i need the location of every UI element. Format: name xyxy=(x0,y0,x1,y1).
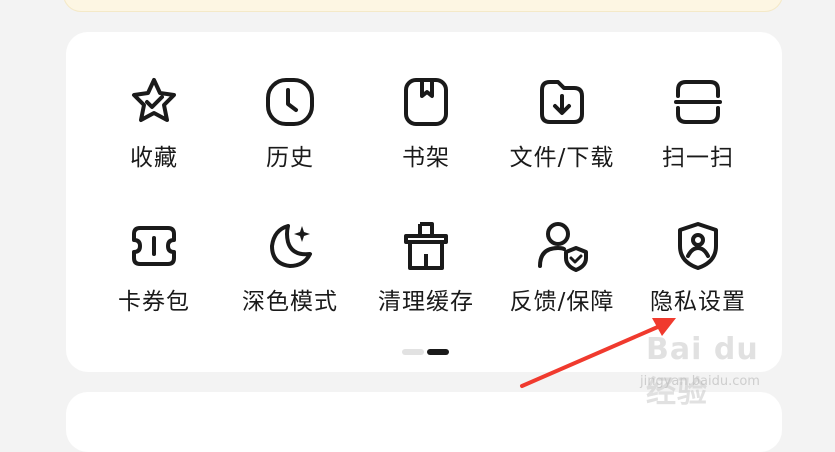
menu-item-label: 深色模式 xyxy=(242,289,338,315)
menu-item-privacy[interactable]: 隐私设置 xyxy=(634,218,762,338)
tools-card: 收藏 历史 书架 文件/下载 扫一扫 卡券包 深色模式 清理缓存 反馈/保障 隐… xyxy=(66,32,782,372)
menu-item-label: 扫一扫 xyxy=(662,145,734,171)
moon-star-icon xyxy=(270,224,312,268)
clock-icon xyxy=(266,78,314,126)
menu-item-label: 收藏 xyxy=(130,145,178,171)
menu-item-label: 书架 xyxy=(402,145,450,171)
bookmark-book-icon xyxy=(404,78,448,126)
menu-item-label: 隐私设置 xyxy=(650,289,746,315)
menu-item-bookshelf[interactable]: 书架 xyxy=(362,74,490,194)
menu-item-favorites[interactable]: 收藏 xyxy=(90,74,218,194)
user-shield-icon xyxy=(538,222,588,272)
ticket-icon xyxy=(132,226,176,266)
menu-item-feedback[interactable]: 反馈/保障 xyxy=(498,218,626,338)
menu-item-label: 历史 xyxy=(266,145,314,171)
shield-user-icon xyxy=(678,222,718,270)
broom-icon xyxy=(404,222,448,270)
menu-item-label: 清理缓存 xyxy=(378,289,474,315)
scan-icon xyxy=(674,80,722,124)
menu-item-scan[interactable]: 扫一扫 xyxy=(634,74,762,194)
menu-item-card-voucher[interactable]: 卡券包 xyxy=(90,218,218,338)
star-check-icon xyxy=(132,78,176,122)
menu-item-label: 反馈/保障 xyxy=(509,289,615,315)
menu-item-dark-mode[interactable]: 深色模式 xyxy=(226,218,354,338)
watermark-url: jingyan.baidu.com xyxy=(640,374,760,389)
folder-download-icon xyxy=(540,80,584,124)
page-dot-1[interactable] xyxy=(402,349,424,355)
top-banner xyxy=(63,0,783,12)
menu-item-label: 文件/下载 xyxy=(509,145,615,171)
menu-item-history[interactable]: 历史 xyxy=(226,74,354,194)
menu-item-files[interactable]: 文件/下载 xyxy=(498,74,626,194)
bottom-card xyxy=(66,392,782,452)
menu-item-label: 卡券包 xyxy=(118,289,190,315)
page-dot-2-active[interactable] xyxy=(427,349,449,355)
menu-item-clear-cache[interactable]: 清理缓存 xyxy=(362,218,490,338)
